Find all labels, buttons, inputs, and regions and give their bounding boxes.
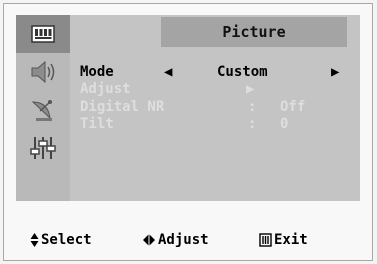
guide-adjust: Adjust: [142, 232, 209, 248]
guide-exit: Exit: [259, 232, 308, 248]
menu-row-digital-nr[interactable]: Digital NR : Off: [80, 99, 320, 116]
channel-antenna-icon: [31, 100, 52, 121]
menu-row-tilt[interactable]: Tilt : 0: [80, 116, 300, 133]
sound-speaker-icon: [31, 60, 55, 84]
digital-nr-colon: :: [248, 99, 257, 115]
sidebar-item-empty: [16, 167, 70, 205]
adjust-arrow-icon[interactable]: ▶: [246, 81, 254, 98]
mode-left-arrow-icon[interactable]: ◀: [164, 64, 172, 81]
tilt-label: Tilt: [80, 116, 114, 132]
adjust-label: Adjust: [80, 81, 131, 97]
sidebar-item-setup[interactable]: [16, 129, 70, 167]
setup-sliders-icon: [30, 137, 56, 159]
menu-row-mode[interactable]: Mode ◀ Custom ▶: [80, 64, 355, 81]
mode-label: Mode: [80, 64, 114, 80]
sidebar-item-sound[interactable]: [16, 53, 70, 91]
menu-button-icon: [259, 233, 272, 247]
sidebar-item-picture[interactable]: [16, 15, 70, 53]
page-title-text: Picture: [222, 23, 286, 41]
tilt-colon: :: [248, 116, 257, 132]
left-right-arrow-icon: [143, 234, 155, 246]
osd-screen: Picture Mode ◀ Custom ▶ Adjust ▶ Digital…: [0, 0, 377, 264]
digital-nr-label: Digital NR: [80, 99, 165, 115]
guide-select: Select: [30, 232, 92, 248]
guide-adjust-label: Adjust: [158, 232, 209, 248]
button-guide-bar: Select Adjust Exit: [0, 232, 377, 256]
mode-value: Custom: [217, 64, 268, 80]
sidebar-item-channel[interactable]: [16, 91, 70, 129]
menu-sidebar: [16, 15, 70, 201]
tilt-value: 0: [280, 116, 289, 132]
guide-exit-label: Exit: [274, 232, 308, 248]
page-title: Picture: [161, 17, 347, 47]
picture-menu-icon: [31, 25, 55, 43]
guide-select-label: Select: [41, 232, 92, 248]
menu-row-adjust[interactable]: Adjust ▶: [80, 81, 270, 98]
mode-right-arrow-icon[interactable]: ▶: [331, 64, 339, 81]
digital-nr-value: Off: [280, 99, 306, 115]
up-down-arrow-icon: [30, 233, 39, 247]
